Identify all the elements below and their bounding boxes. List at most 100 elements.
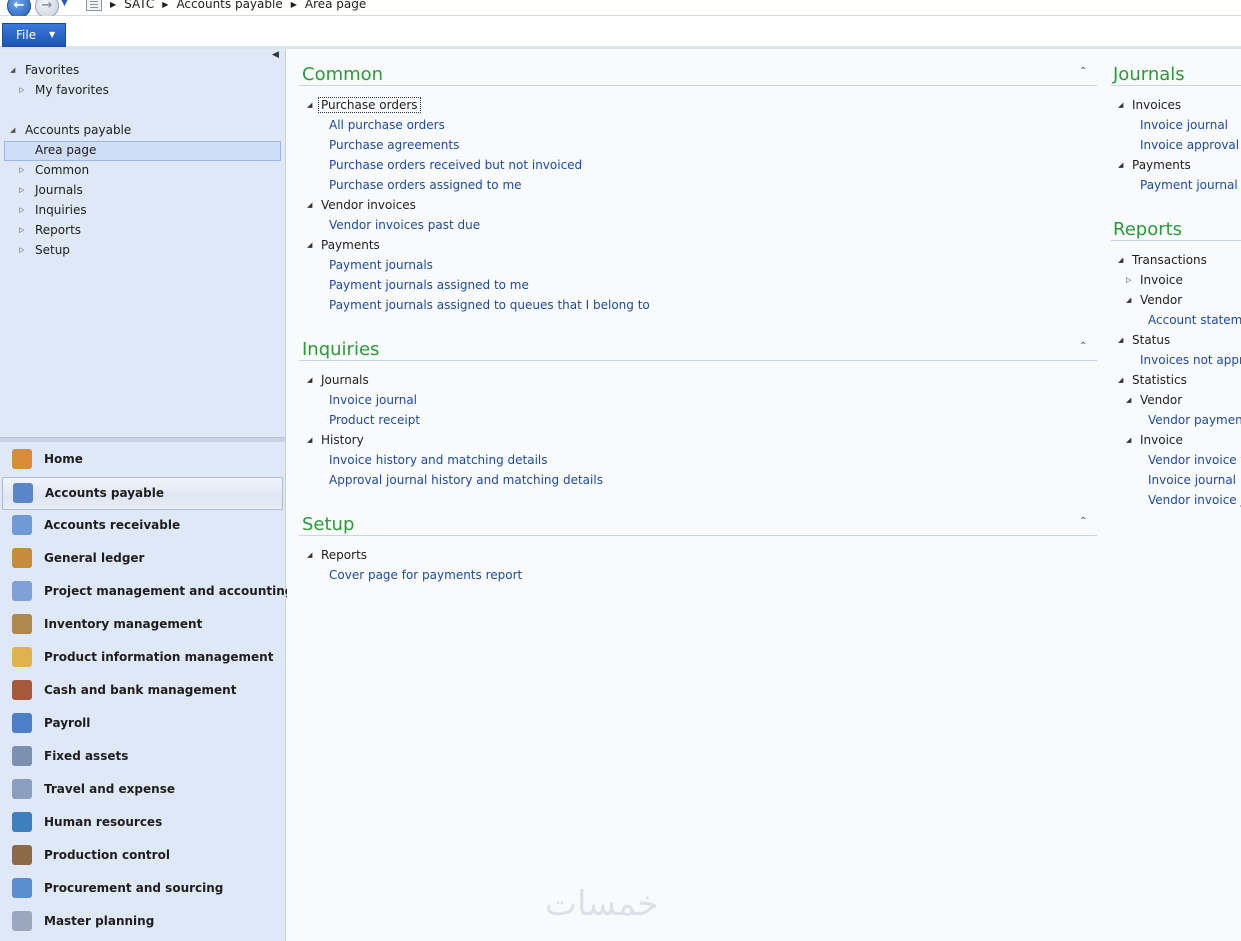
group-transactions-invoice[interactable]: ▷ Invoice <box>1126 271 1183 289</box>
module-label: Fixed assets <box>44 749 129 763</box>
module-travel-and-expense[interactable]: Travel and expense <box>2 774 281 805</box>
collapsed-arrow-icon: ▷ <box>19 166 25 174</box>
module-master-planning[interactable]: Master planning <box>2 906 281 937</box>
collapse-section-icon[interactable]: ⌃ <box>1079 66 1087 77</box>
link-vendor-invoice-journal[interactable]: Vendor invoice jo <box>1148 491 1241 509</box>
tree-item-common[interactable]: ▷ Common <box>19 161 89 179</box>
link-purchase-agreements[interactable]: Purchase agreements <box>329 136 459 154</box>
group-vendor-invoices[interactable]: ◢ Vendor invoices <box>307 196 416 214</box>
group-statistics-vendor[interactable]: ◢ Vendor <box>1126 391 1182 409</box>
module-label: Project management and accounting <box>44 584 294 598</box>
breadcrumb-accounts-payable[interactable]: Accounts payable <box>176 0 282 11</box>
collapse-section-icon[interactable]: ⌃ <box>1079 516 1087 527</box>
link-product-receipt[interactable]: Product receipt <box>329 411 420 429</box>
link-all-purchase-orders[interactable]: All purchase orders <box>329 116 445 134</box>
link-payment-journals[interactable]: Payment journals <box>329 256 433 274</box>
group-payments[interactable]: ◢ Payments <box>307 236 380 254</box>
link-payment-journals-queues[interactable]: Payment journals assigned to queues that… <box>329 296 650 314</box>
history-dropdown-icon[interactable]: ▼ <box>61 0 68 8</box>
module-label: General ledger <box>44 551 145 565</box>
address-list-icon[interactable] <box>86 0 102 11</box>
expanded-arrow-icon: ◢ <box>10 126 16 134</box>
group-transactions-vendor[interactable]: ◢ Vendor <box>1126 291 1182 309</box>
breadcrumb-separator-icon[interactable]: ▶ <box>291 0 297 11</box>
section-title-inquiries: Inquiries <box>302 339 380 360</box>
home-icon <box>12 449 32 469</box>
module-payroll[interactable]: Payroll <box>2 708 281 739</box>
link-po-assigned-to-me[interactable]: Purchase orders assigned to me <box>329 176 522 194</box>
tree-item-label: Setup <box>35 243 70 257</box>
module-human-resources[interactable]: Human resources <box>2 807 281 838</box>
expanded-arrow-icon: ◢ <box>1118 336 1124 344</box>
tree-favorites[interactable]: ◢ Favorites <box>10 61 79 79</box>
collapsed-arrow-icon: ▷ <box>1126 276 1132 284</box>
link-cover-page-payments[interactable]: Cover page for payments report <box>329 566 522 584</box>
module-accounts-receivable[interactable]: Accounts receivable <box>2 510 281 541</box>
section-divider <box>1111 240 1241 241</box>
group-label: Journals <box>321 373 369 387</box>
tree-my-favorites[interactable]: ▷ My favorites <box>19 81 109 99</box>
module-cash-and-bank[interactable]: Cash and bank management <box>2 675 281 706</box>
module-home[interactable]: Home <box>2 444 281 475</box>
travel-expense-icon <box>12 779 32 799</box>
group-inquiries-journals[interactable]: ◢ Journals <box>307 371 369 389</box>
tree-item-journals[interactable]: ▷ Journals <box>19 181 83 199</box>
tree-item-setup[interactable]: ▷ Setup <box>19 241 70 259</box>
link-account-statement[interactable]: Account statemer <box>1148 311 1241 329</box>
file-menu-button[interactable]: File ▼ <box>2 23 66 47</box>
production-control-icon <box>12 845 32 865</box>
module-product-information[interactable]: Product information management <box>2 642 281 673</box>
link-invoice-journal[interactable]: Invoice journal <box>1140 116 1228 134</box>
tree-accounts-payable-label: Accounts payable <box>25 123 132 137</box>
group-statistics[interactable]: ◢ Statistics <box>1118 371 1187 389</box>
module-general-ledger[interactable]: General ledger <box>2 543 281 574</box>
tree-item-area-page[interactable]: Area page <box>35 141 96 159</box>
module-inventory-management[interactable]: Inventory management <box>2 609 281 640</box>
module-label: Travel and expense <box>44 782 175 796</box>
collapse-section-icon[interactable]: ⌃ <box>1079 341 1087 352</box>
link-vendor-invoice-turnover[interactable]: Vendor invoice tu <box>1148 451 1241 469</box>
collapse-pane-icon[interactable]: ◀ <box>272 50 279 60</box>
link-vendor-invoices-past-due[interactable]: Vendor invoices past due <box>329 216 480 234</box>
group-history[interactable]: ◢ History <box>307 431 364 449</box>
group-status[interactable]: ◢ Status <box>1118 331 1170 349</box>
group-statistics-invoice[interactable]: ◢ Invoice <box>1126 431 1183 449</box>
module-procurement-and-sourcing[interactable]: Procurement and sourcing <box>2 873 281 904</box>
tree-item-reports[interactable]: ▷ Reports <box>19 221 82 239</box>
breadcrumb-separator-icon[interactable]: ▶ <box>110 0 116 11</box>
module-project-management[interactable]: Project management and accounting <box>2 576 293 607</box>
breadcrumb-separator-icon[interactable]: ▶ <box>162 0 168 11</box>
link-payment-journal[interactable]: Payment journal <box>1140 176 1238 194</box>
link-approval-journal-history[interactable]: Approval journal history and matching de… <box>329 471 603 489</box>
tree-item-inquiries[interactable]: ▷ Inquiries <box>19 201 87 219</box>
link-invoice-history[interactable]: Invoice history and matching details <box>329 451 548 469</box>
group-journals-invoices[interactable]: ◢ Invoices <box>1118 96 1181 114</box>
link-invoice-journal-report[interactable]: Invoice journal <box>1148 471 1236 489</box>
breadcrumb-area-page[interactable]: Area page <box>305 0 366 11</box>
group-purchase-orders[interactable]: ◢ Purchase orders <box>307 96 421 114</box>
group-label: Invoice <box>1140 433 1183 447</box>
tree-accounts-payable[interactable]: ◢ Accounts payable <box>10 121 132 139</box>
area-page-content: Common ⌃ ◢ Purchase orders All purchase … <box>287 49 1241 941</box>
tree-item-label: Reports <box>35 223 82 237</box>
section-divider <box>299 85 1097 86</box>
module-production-control[interactable]: Production control <box>2 840 281 871</box>
group-journals-payments[interactable]: ◢ Payments <box>1118 156 1191 174</box>
expanded-arrow-icon: ◢ <box>10 66 16 74</box>
link-invoice-approval-journal[interactable]: Invoice approval jo <box>1140 136 1241 154</box>
group-label: Invoice <box>1140 273 1183 287</box>
module-fixed-assets[interactable]: Fixed assets <box>2 741 281 772</box>
module-accounts-payable[interactable]: Accounts payable <box>2 477 283 510</box>
pane-splitter[interactable] <box>0 437 285 442</box>
link-payment-journals-assigned[interactable]: Payment journals assigned to me <box>329 276 529 294</box>
section-title-setup: Setup <box>302 514 355 535</box>
link-vendor-payment[interactable]: Vendor payment j <box>1148 411 1241 429</box>
group-transactions[interactable]: ◢ Transactions <box>1118 251 1207 269</box>
back-arrow-icon: ← <box>13 0 25 13</box>
expanded-arrow-icon: ◢ <box>307 241 313 249</box>
link-po-received-not-invoiced[interactable]: Purchase orders received but not invoice… <box>329 156 582 174</box>
breadcrumb-satc[interactable]: SATC <box>124 0 154 11</box>
group-setup-reports[interactable]: ◢ Reports <box>307 546 367 564</box>
link-invoices-not-approved[interactable]: Invoices not approv <box>1140 351 1241 369</box>
link-invoice-journal[interactable]: Invoice journal <box>329 391 417 409</box>
